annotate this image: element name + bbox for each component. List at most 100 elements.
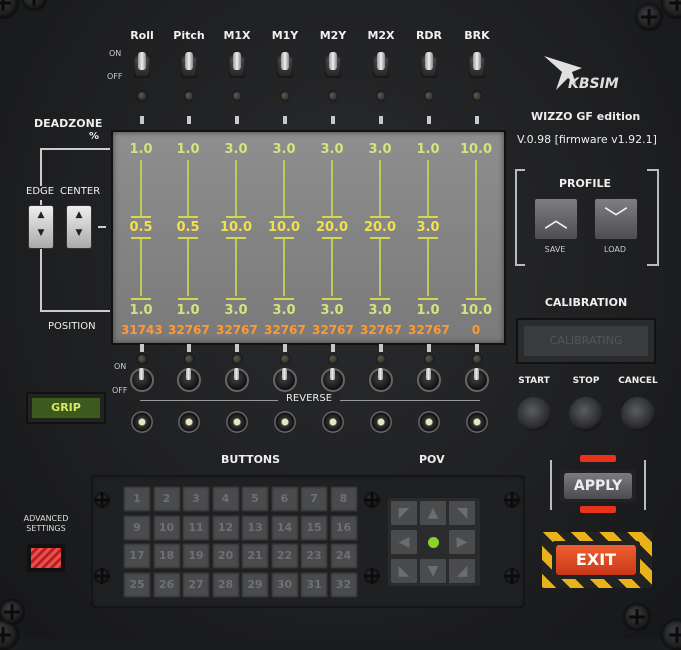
stop-calibration-button[interactable]	[569, 397, 603, 431]
button-cell-24[interactable]: 24	[329, 543, 358, 569]
button-cell-19[interactable]: 19	[182, 543, 210, 569]
button-cell-26[interactable]: 26	[152, 571, 181, 598]
pov-up-right-icon[interactable]: ◥	[448, 500, 476, 526]
deadzone-marker-upper	[370, 216, 390, 218]
reverse-button[interactable]	[131, 411, 153, 433]
button-cell-16[interactable]: 16	[329, 514, 358, 541]
button-cell-12[interactable]: 12	[211, 514, 240, 541]
cancel-calibration-button[interactable]	[621, 397, 655, 431]
reverse-switch[interactable]	[273, 368, 297, 392]
reverse-switch[interactable]	[369, 368, 393, 392]
pov-up-left-icon[interactable]: ◤	[390, 500, 418, 526]
button-cell-2[interactable]: 2	[152, 486, 181, 512]
load-profile-button[interactable]: ﹀	[594, 198, 638, 240]
axis-toggle-switch[interactable]	[277, 52, 293, 82]
axis-toggle-switch[interactable]	[134, 52, 150, 82]
exit-button[interactable]: EXIT	[556, 545, 636, 575]
deadzone-line-lower	[140, 238, 142, 296]
button-cell-30[interactable]: 30	[270, 571, 299, 598]
pov-up-icon[interactable]: ▲	[419, 500, 447, 526]
button-cell-13[interactable]: 13	[241, 514, 269, 541]
axis-toggle-switch[interactable]	[421, 52, 437, 82]
button-cell-14[interactable]: 14	[270, 514, 299, 541]
start-label: START	[518, 376, 550, 386]
button-cell-28[interactable]: 28	[211, 571, 240, 598]
deadzone-line-full	[475, 160, 477, 296]
button-cell-6[interactable]: 6	[270, 486, 299, 512]
reverse-button[interactable]	[466, 411, 488, 433]
axis-column: 1.0 0.5 1.0 32767	[168, 132, 210, 343]
button-cell-32[interactable]: 32	[329, 571, 358, 598]
axis-display-screen: 1.0 0.5 1.0 31743 1.0 0.5 1.0 32767 3.0 10.0 3.0 32…	[111, 130, 506, 345]
position-label: POSITION	[48, 321, 96, 332]
center-stepper[interactable]: ▲ ▼	[66, 205, 92, 249]
reverse-switch[interactable]	[225, 368, 249, 392]
apply-button-frame: APPLY	[560, 470, 636, 502]
button-cell-8[interactable]: 8	[329, 486, 358, 512]
save-profile-button[interactable]: ︿	[534, 198, 578, 240]
reverse-button[interactable]	[226, 411, 248, 433]
grip-button[interactable]: GRIP	[32, 398, 100, 418]
screw	[365, 569, 379, 583]
button-cell-18[interactable]: 18	[152, 543, 181, 569]
button-cell-1[interactable]: 1	[123, 486, 151, 512]
button-cell-10[interactable]: 10	[152, 514, 181, 541]
button-cell-27[interactable]: 27	[182, 571, 210, 598]
corner-screw	[0, 0, 18, 18]
advanced-settings-button[interactable]	[31, 548, 61, 568]
start-calibration-button[interactable]	[517, 397, 551, 431]
button-cell-23[interactable]: 23	[300, 543, 328, 569]
tick	[427, 344, 431, 352]
button-cell-22[interactable]: 22	[270, 543, 299, 569]
axis-led	[233, 92, 241, 100]
button-cell-29[interactable]: 29	[241, 571, 269, 598]
reverse-switch[interactable]	[465, 368, 489, 392]
pov-right-icon[interactable]: ▶	[448, 529, 476, 555]
button-cell-5[interactable]: 5	[241, 486, 269, 512]
reverse-on-label: ON	[114, 362, 127, 371]
reverse-button[interactable]	[370, 411, 392, 433]
axis-toggle-switch[interactable]	[181, 52, 197, 82]
axis-label: Pitch	[173, 29, 205, 42]
deadzone-line-upper	[187, 160, 189, 216]
pov-down-icon[interactable]: ▼	[419, 558, 447, 584]
reverse-button[interactable]	[178, 411, 200, 433]
axis-toggle-switch[interactable]	[325, 52, 341, 82]
corner-screw	[662, 620, 681, 650]
reverse-switch[interactable]	[321, 368, 345, 392]
button-cell-25[interactable]: 25	[123, 571, 151, 598]
button-cell-4[interactable]: 4	[211, 486, 240, 512]
axis-label: M2Y	[319, 29, 347, 42]
reverse-led	[281, 355, 289, 363]
reverse-switch[interactable]	[177, 368, 201, 392]
pov-left-icon[interactable]: ◀	[390, 529, 418, 555]
toggle-lever	[281, 52, 289, 70]
button-cell-31[interactable]: 31	[300, 571, 328, 598]
reverse-button[interactable]	[274, 411, 296, 433]
pov-down-right-icon[interactable]: ◢	[448, 558, 476, 584]
reverse-switch[interactable]	[130, 368, 154, 392]
reverse-switch[interactable]	[417, 368, 441, 392]
axis-toggle-switch[interactable]	[229, 52, 245, 82]
button-cell-20[interactable]: 20	[211, 543, 240, 569]
button-cell-7[interactable]: 7	[300, 486, 328, 512]
axis-toggle-switch[interactable]	[373, 52, 389, 82]
deadzone-edge-top-value: 10.0	[459, 142, 493, 157]
button-cell-21[interactable]: 21	[241, 543, 269, 569]
button-cell-17[interactable]: 17	[123, 543, 151, 569]
axis-toggle-switch[interactable]	[469, 52, 485, 82]
edge-stepper[interactable]: ▲ ▼	[28, 205, 54, 249]
pov-down-left-icon[interactable]: ◣	[390, 558, 418, 584]
reverse-button[interactable]	[418, 411, 440, 433]
button-cell-3[interactable]: 3	[182, 486, 210, 512]
reverse-led	[425, 355, 433, 363]
button-cell-15[interactable]: 15	[300, 514, 328, 541]
reverse-button[interactable]	[322, 411, 344, 433]
up-arrow-icon: ▲	[75, 210, 83, 220]
apply-button[interactable]: APPLY	[564, 473, 632, 499]
button-cell-11[interactable]: 11	[182, 514, 210, 541]
deadzone-center-value: 3.0	[416, 220, 440, 235]
button-cell-9[interactable]: 9	[123, 514, 151, 541]
percent-label: %	[89, 131, 100, 142]
version-label: V.0.98 [firmware v1.92.1]	[517, 133, 657, 146]
